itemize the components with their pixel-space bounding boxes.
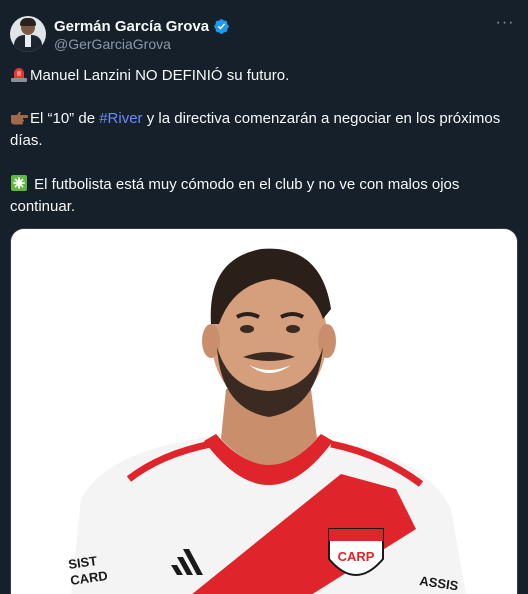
author-name-row[interactable]: Germán García Grova (54, 16, 230, 36)
author-handle[interactable]: @GerGarciaGrova (54, 36, 171, 52)
ear-left (202, 324, 220, 358)
player-photo: CARP SIST CARD ASSIS (11, 229, 517, 594)
tweet-line-3: El futbolista está muy cómodo en el club… (10, 174, 510, 218)
author-display-name[interactable]: Germán García Grova (54, 18, 209, 35)
tweet-line-2: El “10” de #River y la directiva comenza… (10, 108, 510, 152)
tweet-line-1: Manuel Lanzini NO DEFINIÓ su futuro. (10, 65, 510, 87)
crest-text: CARP (338, 549, 375, 564)
more-options-icon[interactable]: ··· (494, 14, 516, 36)
verified-badge-icon (214, 18, 229, 34)
eye-right (286, 325, 300, 333)
avatar-hair (20, 18, 36, 26)
backhand-index-pointing-right-icon (11, 112, 28, 125)
avatar[interactable] (10, 16, 46, 52)
eight-spoked-asterisk-icon (11, 175, 27, 191)
ear-right (318, 324, 336, 358)
tweet-media-image[interactable]: CARP SIST CARD ASSIS (10, 228, 518, 594)
rotating-light-icon (11, 68, 27, 82)
hashtag-river-link[interactable]: #River (99, 110, 142, 127)
club-crest: CARP (328, 528, 384, 576)
eye-left (240, 325, 254, 333)
tweet-card[interactable]: Germán García Grova @GerGarciaGrova ··· … (0, 0, 528, 594)
tweet-line-2-pre: El “10” de (30, 110, 100, 127)
tweet-line-3-text: El futbolista está muy cómodo en el club… (10, 176, 460, 215)
tweet-line-1-text: Manuel Lanzini NO DEFINIÓ su futuro. (30, 67, 290, 84)
avatar-shirt (25, 35, 31, 47)
